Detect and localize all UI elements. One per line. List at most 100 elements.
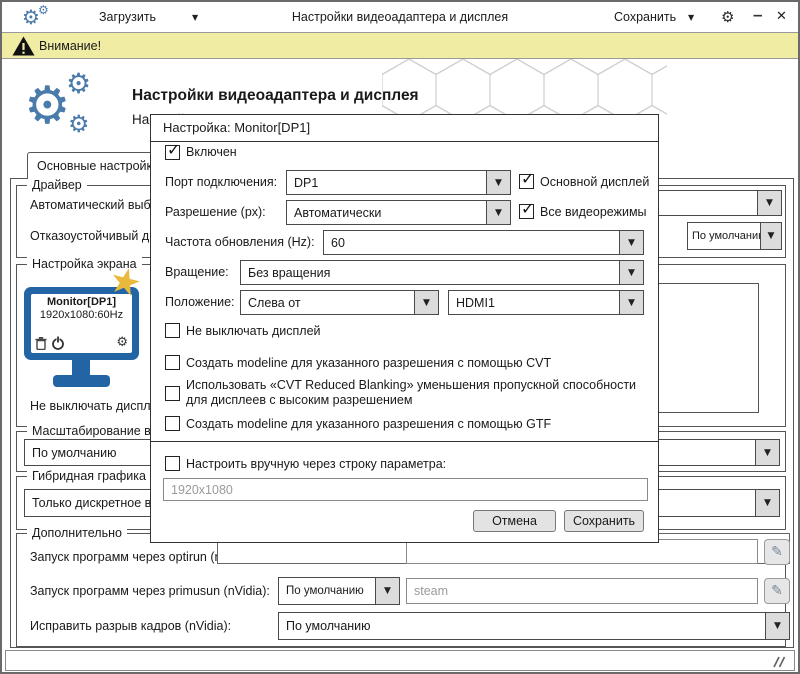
dropdown-arrow-icon: ▼ bbox=[486, 171, 510, 194]
tab-label: Основные настройки bbox=[37, 159, 159, 174]
dropdown-arrow-icon: ▼ bbox=[765, 613, 789, 639]
keep-on-checkbox[interactable] bbox=[165, 323, 180, 338]
dialog-separator bbox=[151, 441, 658, 442]
window-title: Настройки видеоадаптера и дисплея bbox=[2, 10, 798, 25]
driver-failsafe-select[interactable]: По умолчанию ▼ bbox=[687, 222, 782, 250]
check-icon: ✓ bbox=[167, 140, 180, 159]
dropdown-arrow-icon: ▼ bbox=[619, 291, 643, 314]
cancel-button[interactable]: Отмена bbox=[473, 510, 556, 532]
extra-legend: Дополнительно bbox=[27, 526, 127, 540]
dropdown-arrow-icon: ▼ bbox=[375, 578, 399, 604]
cvt-label: Создать modeline для указанного разрешен… bbox=[186, 356, 551, 371]
dropdown-arrow-icon: ▼ bbox=[757, 191, 781, 215]
manual-checkbox[interactable] bbox=[165, 456, 180, 471]
monitor-stand bbox=[72, 359, 90, 376]
port-select[interactable]: DP1 ▼ bbox=[286, 170, 511, 195]
monitor-screen: Monitor[DP1] 1920x1080:60Hz ⚙ bbox=[31, 294, 132, 353]
tearing-select[interactable]: По умолчанию ▼ bbox=[278, 612, 790, 640]
primusun-command-input[interactable]: steam bbox=[406, 578, 758, 604]
dropdown-arrow-icon: ▼ bbox=[619, 261, 643, 284]
pencil-icon: ✎ bbox=[771, 583, 783, 599]
position-label: Положение: bbox=[165, 295, 235, 310]
cvt-checkbox[interactable] bbox=[165, 355, 180, 370]
position-value: Слева от bbox=[241, 291, 414, 314]
gtf-checkbox[interactable] bbox=[165, 416, 180, 431]
refresh-label: Частота обновления (Hz): bbox=[165, 235, 315, 250]
tearing-label: Исправить разрыв кадров (nVidia): bbox=[30, 619, 231, 634]
resolution-select[interactable]: Автоматически ▼ bbox=[286, 200, 511, 225]
dropdown-arrow-icon: ▼ bbox=[755, 490, 779, 516]
save-dialog-button[interactable]: Сохранить bbox=[564, 510, 644, 532]
save-label: Сохранить bbox=[573, 514, 635, 528]
monitor-settings-dialog: Настройка: Monitor[DP1] ✓ Включен Порт п… bbox=[150, 114, 659, 543]
cancel-label: Отмена bbox=[492, 514, 537, 528]
logo-gear-small-icon: ⚙ bbox=[68, 112, 90, 136]
cvt-rb-label-line1: Использовать «CVT Reduced Blanking» умен… bbox=[186, 378, 636, 393]
monitor-mode: 1920x1080:60Hz bbox=[31, 309, 132, 321]
port-value: DP1 bbox=[287, 171, 486, 194]
primusun-placeholder: steam bbox=[414, 584, 448, 598]
all-modes-label: Все видеорежимы bbox=[540, 205, 647, 220]
dropdown-arrow-icon: ▼ bbox=[486, 201, 510, 224]
hybrid-legend: Гибридная графика bbox=[27, 469, 151, 483]
logo-gear-medium-icon: ⚙ bbox=[66, 70, 91, 98]
dropdown-arrow-icon: ▼ bbox=[619, 231, 643, 254]
primary-display-checkbox[interactable]: ✓ bbox=[519, 174, 534, 189]
enabled-label: Включен bbox=[186, 145, 237, 160]
logo-gear-large-icon: ⚙ bbox=[24, 80, 71, 132]
tearing-value: По умолчанию bbox=[279, 613, 765, 639]
rotation-select[interactable]: Без вращения ▼ bbox=[240, 260, 644, 285]
port-label: Порт подключения: bbox=[165, 175, 277, 190]
enabled-checkbox[interactable]: ✓ bbox=[165, 145, 180, 160]
dropdown-arrow-icon: ▼ bbox=[414, 291, 438, 314]
refresh-value: 60 bbox=[324, 231, 619, 254]
close-button[interactable]: ✕ bbox=[776, 9, 787, 24]
resolution-label: Разрешение (px): bbox=[165, 205, 266, 220]
save-button[interactable]: Сохранить bbox=[614, 10, 676, 25]
position-target-value: HDMI1 bbox=[449, 291, 619, 314]
pencil-icon: ✎ bbox=[771, 544, 783, 560]
primusun-label: Запуск программ через primusun (nVidia): bbox=[30, 584, 270, 599]
delete-monitor-icon[interactable] bbox=[35, 337, 47, 350]
settings-gear-icon[interactable]: ⚙ bbox=[721, 8, 734, 26]
position-select[interactable]: Слева от ▼ bbox=[240, 290, 439, 315]
all-modes-checkbox[interactable]: ✓ bbox=[519, 204, 534, 219]
position-target-select[interactable]: HDMI1 ▼ bbox=[448, 290, 644, 315]
manual-label: Настроить вручную через строку параметра… bbox=[186, 457, 446, 472]
keep-on-label: Не выключать дисплей bbox=[186, 324, 321, 339]
monitor-base bbox=[53, 375, 110, 387]
tab-main-settings[interactable]: Основные настройки bbox=[27, 152, 167, 179]
rotation-value: Без вращения bbox=[241, 261, 619, 284]
primusun-edit-button[interactable]: ✎ bbox=[764, 578, 790, 604]
primusun-value: По умолчанию bbox=[279, 578, 375, 604]
status-bar bbox=[5, 650, 795, 671]
warning-icon bbox=[12, 36, 35, 56]
app-window: ⚙ ⚙ Загрузить ▼ Настройки видеоадаптера … bbox=[0, 0, 800, 674]
rotation-label: Вращение: bbox=[165, 265, 229, 280]
page-title: Настройки видеоадаптера и дисплея bbox=[132, 88, 419, 103]
power-monitor-icon[interactable] bbox=[51, 336, 65, 350]
resize-grip[interactable] bbox=[769, 656, 786, 668]
refresh-select[interactable]: 60 ▼ bbox=[323, 230, 644, 255]
check-icon: ✓ bbox=[521, 169, 534, 188]
monitor-settings-gear-icon[interactable]: ⚙ bbox=[116, 336, 128, 349]
optirun-edit-button[interactable]: ✎ bbox=[764, 539, 790, 565]
screen-keep-on-label: Не выключать дисплей bbox=[30, 399, 165, 414]
primary-display-label: Основной дисплей bbox=[540, 175, 649, 190]
cvt-rb-label-line2: для дисплеев с высоким разрешением bbox=[186, 393, 412, 408]
dropdown-arrow-icon: ▼ bbox=[760, 223, 781, 249]
manual-placeholder: 1920x1080 bbox=[171, 483, 233, 497]
save-dropdown-arrow-icon[interactable]: ▼ bbox=[688, 13, 694, 22]
manual-mode-input[interactable]: 1920x1080 bbox=[163, 478, 648, 501]
primusun-select[interactable]: По умолчанию ▼ bbox=[278, 577, 400, 605]
minimize-button[interactable]: – bbox=[753, 5, 762, 25]
resolution-value: Автоматически bbox=[287, 201, 486, 224]
warning-banner: Внимание! bbox=[2, 32, 798, 59]
gtf-label: Создать modeline для указанного разрешен… bbox=[186, 417, 551, 432]
cvt-rb-checkbox[interactable] bbox=[165, 386, 180, 401]
dialog-title: Настройка: Monitor[DP1] bbox=[151, 115, 658, 142]
warning-text: Внимание! bbox=[39, 39, 101, 54]
dropdown-arrow-icon: ▼ bbox=[755, 440, 779, 465]
driver-legend: Драйвер bbox=[27, 178, 87, 192]
driver-failsafe-value: По умолчанию bbox=[688, 223, 760, 249]
